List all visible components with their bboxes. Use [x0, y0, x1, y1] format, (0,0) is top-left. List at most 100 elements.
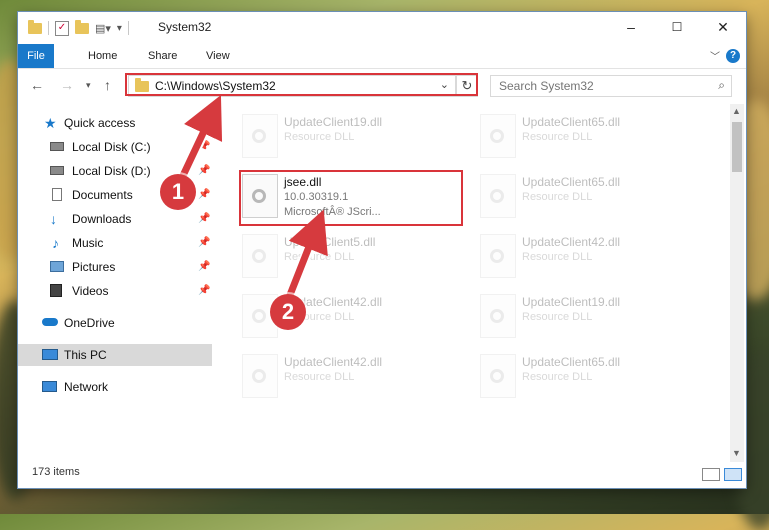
file-name: UpdateClient42.dll	[284, 355, 383, 369]
dll-file-icon	[480, 234, 516, 278]
computer-icon	[42, 349, 58, 360]
dll-file-icon	[480, 294, 516, 338]
sidebar-item-label: Local Disk (C:)	[72, 140, 151, 154]
file-description: Resource DLL	[522, 371, 593, 383]
list-item[interactable]: UpdateClient65.dll Resource DLL	[472, 350, 692, 402]
file-name: UpdateClient5.dll	[284, 235, 376, 249]
picture-icon	[50, 261, 64, 272]
search-icon[interactable]: ⌕	[718, 78, 725, 93]
sidebar-item-quick-access[interactable]: ★ Quick access	[18, 112, 212, 134]
forward-button[interactable]: →	[60, 77, 74, 93]
quick-access-toolbar: ✓ ▤▾ ▾	[28, 19, 129, 36]
status-bar: 173 items	[18, 462, 746, 486]
close-button[interactable]: ✕	[700, 12, 746, 44]
sidebar-item-videos[interactable]: Videos 📌	[18, 280, 212, 302]
customize-toolbar-icon[interactable]: ▤▾	[95, 22, 111, 35]
properties-icon[interactable]: ✓	[55, 20, 69, 36]
address-row: ← → ▾ ↑ C:\Windows\System32 ⌄ ↻ ⌕	[18, 70, 746, 100]
dll-file-icon	[480, 174, 516, 218]
file-description: Resource DLL	[522, 131, 593, 143]
sidebar-item-downloads[interactable]: ↓ Downloads 📌	[18, 208, 212, 230]
sidebar-item-label: Downloads	[72, 212, 132, 226]
list-item[interactable]: UpdateClient19.dll Resource DLL	[472, 290, 692, 342]
sidebar-item-label: Quick access	[64, 116, 136, 130]
list-item[interactable]: UpdateClient42.dll Resource DLL	[234, 350, 454, 402]
list-item[interactable]: UpdateClient42.dll Resource DLL	[472, 230, 692, 282]
details-view-icon[interactable]	[702, 468, 720, 481]
sidebar-item-this-pc[interactable]: This PC	[18, 344, 212, 366]
network-icon	[42, 381, 57, 392]
recent-locations-button[interactable]: ▾	[86, 80, 91, 91]
pin-icon: 📌	[198, 261, 211, 272]
large-icons-view-icon[interactable]	[724, 468, 742, 481]
explorer-window: ✓ ▤▾ ▾ System32 – ☐ ✕ File Home Share Vi…	[18, 12, 746, 488]
separator	[48, 21, 49, 35]
file-description: Resource DLL	[522, 191, 593, 203]
jsee-highlight-box	[239, 170, 463, 226]
sidebar-item-label: Music	[72, 236, 104, 250]
list-item[interactable]: UpdateClient19.dll Resource DLL	[234, 110, 454, 162]
dropdown-icon[interactable]: ▾	[117, 23, 122, 34]
list-item[interactable]: UpdateClient5.dll Resource DLL	[234, 230, 454, 282]
dll-file-icon	[480, 114, 516, 158]
window-title: System32	[158, 20, 212, 34]
ribbon-tabs: File Home Share View ﹀ ?	[18, 44, 746, 69]
star-icon: ★	[44, 115, 57, 131]
music-note-icon: ♪	[52, 235, 59, 251]
tab-file[interactable]: File	[18, 44, 54, 68]
file-description: Resource DLL	[284, 131, 355, 143]
list-item[interactable]: UpdateClient65.dll Resource DLL	[472, 110, 692, 162]
navigation-pane: ★ Quick access Local Disk (C:) 📌 Local D…	[18, 104, 212, 460]
vertical-scrollbar[interactable]: ▲ ▼	[730, 104, 744, 462]
sidebar-item-label: This PC	[64, 348, 107, 362]
scrollbar-thumb[interactable]	[732, 122, 742, 172]
file-name: UpdateClient65.dll	[522, 355, 621, 369]
sidebar-item-network[interactable]: Network	[18, 376, 212, 398]
pin-icon: 📌	[198, 237, 211, 248]
pin-icon: 📌	[198, 189, 211, 200]
sidebar-item-label: Documents	[72, 188, 133, 202]
document-icon	[52, 188, 62, 201]
expand-ribbon-icon[interactable]: ﹀	[710, 48, 720, 63]
list-item[interactable]: UpdateClient65.dll Resource DLL	[472, 170, 692, 222]
sidebar-item-pictures[interactable]: Pictures 📌	[18, 256, 212, 278]
up-button[interactable]: ↑	[104, 77, 111, 93]
file-name: UpdateClient65.dll	[522, 175, 621, 189]
list-item[interactable]: UpdateClient42.dll Resource DLL	[234, 290, 454, 342]
film-icon	[50, 284, 62, 297]
back-button[interactable]: ←	[30, 77, 44, 93]
new-folder-icon[interactable]	[75, 19, 89, 34]
callout-badge-2: 2	[270, 294, 306, 330]
sidebar-item-label: Network	[64, 380, 109, 394]
scroll-down-icon[interactable]: ▼	[732, 448, 741, 458]
sidebar-item-label: Pictures	[72, 260, 116, 274]
sidebar-item-label: Local Disk (D:)	[72, 164, 151, 178]
minimize-button[interactable]: –	[608, 12, 654, 44]
search-box[interactable]: ⌕	[490, 75, 732, 97]
tab-home[interactable]: Home	[78, 44, 127, 68]
search-input[interactable]	[497, 76, 701, 96]
sidebar-item-local-disk-c[interactable]: Local Disk (C:) 📌	[18, 136, 212, 158]
scroll-up-icon[interactable]: ▲	[732, 106, 741, 116]
tab-share[interactable]: Share	[138, 44, 187, 68]
item-count: 173 items	[32, 466, 80, 478]
file-name: UpdateClient42.dll	[522, 235, 621, 249]
file-description: Resource DLL	[522, 311, 593, 323]
separator	[127, 21, 129, 35]
sidebar-item-onedrive[interactable]: OneDrive	[18, 312, 212, 334]
pin-icon: 📌	[198, 165, 211, 176]
help-button[interactable]: ?	[726, 49, 740, 63]
pin-icon: 📌	[198, 285, 211, 296]
folder-icon	[28, 19, 42, 34]
address-highlight-box	[125, 73, 478, 96]
sidebar-item-label: Videos	[72, 284, 109, 298]
dll-file-icon	[242, 114, 278, 158]
tab-view[interactable]: View	[196, 44, 240, 68]
title-bar: ✓ ▤▾ ▾ System32 – ☐ ✕	[18, 12, 746, 44]
callout-badge-1: 1	[160, 174, 196, 210]
maximize-button[interactable]: ☐	[654, 12, 700, 44]
drive-icon	[50, 142, 64, 151]
pin-icon: 📌	[198, 213, 211, 224]
sidebar-item-music[interactable]: ♪ Music 📌	[18, 232, 212, 254]
file-description: Resource DLL	[284, 371, 355, 383]
